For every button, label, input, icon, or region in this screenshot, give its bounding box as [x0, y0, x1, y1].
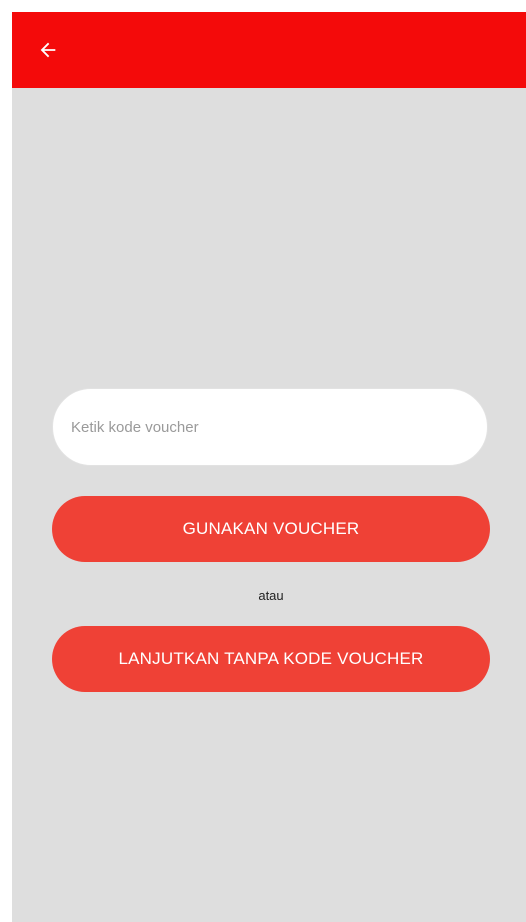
voucher-screen: GUNAKAN VOUCHER atau LANJUTKAN TANPA KOD…	[12, 12, 526, 922]
arrow-left-icon	[40, 42, 56, 58]
voucher-code-input[interactable]	[52, 388, 488, 466]
continue-without-voucher-button[interactable]: LANJUTKAN TANPA KODE VOUCHER	[52, 626, 490, 692]
apply-voucher-button[interactable]: GUNAKAN VOUCHER	[52, 496, 490, 562]
or-separator: atau	[258, 588, 284, 603]
back-button[interactable]	[30, 34, 66, 66]
app-bar	[12, 12, 526, 88]
